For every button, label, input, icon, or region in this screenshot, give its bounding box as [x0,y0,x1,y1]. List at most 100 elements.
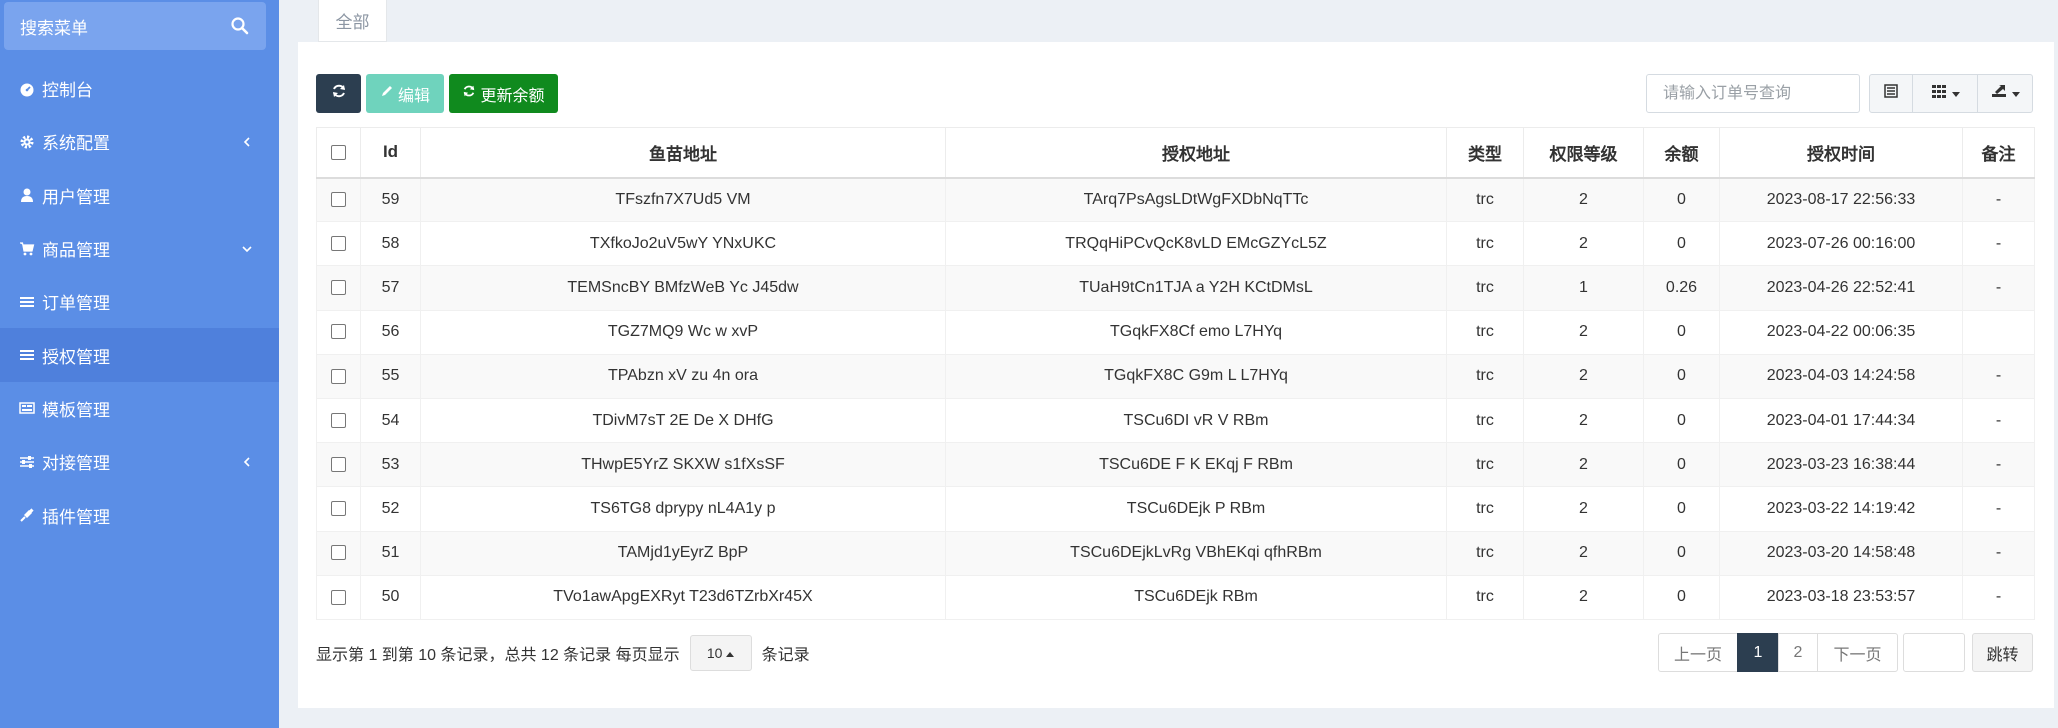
sidebar: 搜索菜单 控制台 系统配置 用户管理 商品管理 订单管理 授权管理 模板管理 对… [0,0,279,728]
sidebar-item-system-config[interactable]: 系统配置 [0,115,279,168]
table-row[interactable]: 52 TS6TG8 dprypy nL4A1y p TSCu6DEjk P RB… [316,486,2035,532]
row-checkbox[interactable] [331,589,346,605]
cell-type: trc [1446,575,1524,620]
search-icon[interactable] [230,16,250,36]
cell-auth-time: 2023-03-18 23:53:57 [1719,575,1963,620]
table-row[interactable]: 50 TVo1awApgEXRyt T23d6TZrbXr45X TSCu6DE… [316,575,2035,620]
cell-type: trc [1446,442,1524,488]
column-header-balance[interactable]: 余额 [1643,127,1720,179]
sidebar-item-dashboard[interactable]: 控制台 [0,62,279,115]
cell-auth-address: TSCu6DEjk P RBm [945,486,1447,532]
cell-balance: 0 [1643,575,1720,620]
refresh-icon [462,84,476,103]
dashboard-icon [17,79,37,99]
columns-button[interactable] [1912,74,1978,113]
row-checkbox[interactable] [331,192,346,208]
prev-page-button[interactable]: 上一页 [1658,633,1738,672]
cell-level: 2 [1523,575,1644,620]
cell-auth-address: TSCu6DE F K EKqj F RBm [945,442,1447,488]
sidebar-item-label: 授权管理 [42,347,110,367]
menu-search-box[interactable]: 搜索菜单 [4,2,266,50]
table-row[interactable]: 55 TPAbzn xV zu 4n ora TGqkFX8C G9m L L7… [316,354,2035,399]
select-all-checkbox[interactable] [331,145,346,161]
sidebar-item-orders[interactable]: 订单管理 [0,275,279,328]
row-checkbox[interactable] [331,456,346,472]
authorization-table: Id 鱼苗地址 授权地址 类型 权限等级 余额 授权时间 备注 59 TFszf… [316,127,2035,620]
column-header-fish-address[interactable]: 鱼苗地址 [420,127,946,179]
update-balance-button[interactable]: 更新余额 [449,74,558,113]
records-suffix: 条记录 [761,647,810,664]
row-checkbox[interactable] [331,412,346,428]
plug-icon [17,505,37,525]
update-balance-label: 更新余额 [480,87,545,105]
page-size-value: 10 [706,645,723,661]
table-row[interactable]: 59 TFszfn7X7Ud5 VM TArq7PsAgsLDtWgFXDbNq… [316,177,2035,223]
sidebar-item-products[interactable]: 商品管理 [0,222,279,275]
caret-up-icon [726,645,735,661]
column-header-level[interactable]: 权限等级 [1523,127,1644,179]
select-all-cell [316,127,361,179]
export-button[interactable] [1977,74,2033,113]
sidebar-item-label: 用户管理 [42,187,110,207]
refresh-button[interactable] [316,74,361,113]
column-header-id[interactable]: Id [360,127,421,179]
column-header-note[interactable]: 备注 [1962,127,2035,179]
page-size-dropdown[interactable]: 10 [689,635,752,671]
cell-fish-address: TS6TG8 dprypy nL4A1y p [420,486,946,532]
tab-strip: 全部 [279,0,2058,42]
page-2-button[interactable]: 2 [1778,633,1818,672]
row-checkbox[interactable] [331,236,346,252]
row-checkbox[interactable] [331,501,346,517]
gear-icon [17,132,37,152]
cell-fish-address: TAMjd1yEyrZ BpP [420,531,946,576]
cell-auth-address: TGqkFX8Cf emo L7HYq [945,310,1447,355]
cell-type: trc [1446,221,1524,267]
table-row[interactable]: 56 TGZ7MQ9 Wc w xvP TGqkFX8Cf emo L7HYq … [316,310,2035,355]
sidebar-item-plugins[interactable]: 插件管理 [0,488,279,541]
row-checkbox[interactable] [331,368,346,384]
order-search-input[interactable] [1646,74,1860,113]
toggle-view-button[interactable] [1869,74,1913,113]
cell-level: 2 [1523,398,1644,444]
row-checkbox[interactable] [331,324,346,340]
cell-type: trc [1446,265,1524,311]
column-header-auth-address[interactable]: 授权地址 [945,127,1447,179]
sidebar-item-templates[interactable]: 模板管理 [0,382,279,435]
row-checkbox[interactable] [331,545,346,561]
jump-button[interactable]: 跳转 [1972,633,2033,672]
tab-all[interactable]: 全部 [318,0,387,42]
table-row[interactable]: 51 TAMjd1yEyrZ BpP TSCu6DEjkLvRg VBhEKqi… [316,531,2035,576]
chevron-down-icon [239,241,255,257]
cell-auth-address: TArq7PsAgsLDtWgFXDbNqTTc [945,177,1447,223]
sidebar-item-integration[interactable]: 对接管理 [0,435,279,488]
jump-page-input[interactable] [1903,633,1965,672]
edit-button[interactable]: 编辑 [366,74,444,113]
refresh-icon [331,83,347,104]
page-1-button[interactable]: 1 [1737,633,1779,672]
cell-auth-address: TSCu6DEjkLvRg VBhEKqi qfhRBm [945,531,1447,576]
cell-id: 55 [360,354,421,399]
cell-level: 2 [1523,354,1644,399]
column-header-auth-time[interactable]: 授权时间 [1719,127,1963,179]
pencil-icon [380,84,394,103]
cell-balance: 0.26 [1643,265,1720,311]
cell-balance: 0 [1643,442,1720,488]
column-header-type[interactable]: 类型 [1446,127,1524,179]
cell-level: 2 [1523,177,1644,223]
table-row[interactable]: 53 THwpE5YrZ SKXW s1fXsSF TSCu6DE F K EK… [316,442,2035,488]
table-row[interactable]: 54 TDivM7sT 2E De X DHfG TSCu6DI vR V RB… [316,398,2035,444]
sidebar-item-authorization[interactable]: 授权管理 [0,328,279,382]
cell-balance: 0 [1643,310,1720,355]
edit-button-label: 编辑 [397,87,430,105]
next-page-button[interactable]: 下一页 [1817,633,1898,672]
cell-balance: 0 [1643,486,1720,532]
row-checkbox[interactable] [331,280,346,296]
table-row[interactable]: 58 TXfkoJo2uV5wY YNxUKC TRQqHiPCvQcK8vLD… [316,221,2035,267]
sidebar-item-label: 订单管理 [42,294,110,314]
table-row[interactable]: 57 TEMSncBY BMfzWeB Yc J45dw TUaH9tCn1TJ… [316,265,2035,311]
cart-icon [17,239,37,259]
cell-id: 53 [360,442,421,488]
cell-type: trc [1446,177,1524,223]
sidebar-item-users[interactable]: 用户管理 [0,169,279,222]
cell-id: 58 [360,221,421,267]
